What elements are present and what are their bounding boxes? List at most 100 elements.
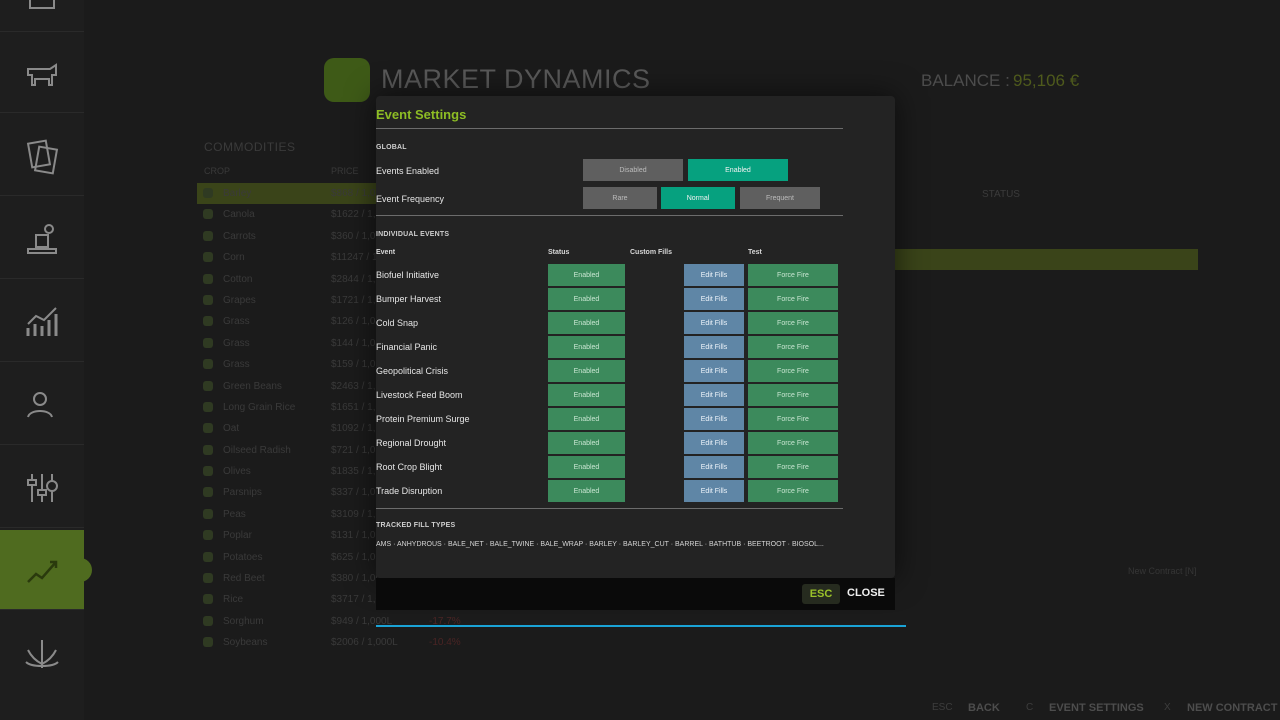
sidebar-item-crops[interactable] bbox=[0, 614, 84, 694]
title-divider bbox=[376, 128, 843, 129]
crop-icon bbox=[203, 316, 213, 327]
events-enabled-label: Events Enabled bbox=[376, 166, 440, 176]
close-button[interactable]: CLOSE bbox=[847, 587, 885, 599]
factory-icon bbox=[27, 223, 57, 254]
edit-fills-button[interactable]: Edit Fills bbox=[684, 384, 744, 406]
back-button[interactable]: BACK bbox=[968, 702, 1000, 714]
frequency-rare-button[interactable]: Rare bbox=[583, 187, 657, 209]
col-status-header: Status bbox=[548, 249, 570, 256]
contract-row-text bbox=[995, 254, 998, 264]
trend-icon bbox=[27, 560, 58, 583]
sidebar-item-settings[interactable] bbox=[0, 448, 84, 528]
force-fire-button[interactable]: Force Fire bbox=[748, 360, 838, 382]
sidebar-item-market-dynamics[interactable] bbox=[0, 530, 92, 610]
force-fire-button[interactable]: Force Fire bbox=[748, 408, 838, 430]
commodities-label: COMMODITIES bbox=[204, 140, 296, 154]
edit-fills-button[interactable]: Edit Fills bbox=[684, 456, 744, 478]
frequency-frequent-button[interactable]: Frequent bbox=[740, 187, 820, 209]
table-row[interactable]: Soybeans $2006 / 1,000L -10.4% bbox=[197, 632, 477, 653]
crop-name: Sorghum bbox=[223, 615, 264, 627]
edit-fills-button[interactable]: Edit Fills bbox=[684, 432, 744, 454]
event-settings-button[interactable]: EVENT SETTINGS bbox=[1049, 702, 1144, 714]
crop-icon bbox=[203, 530, 213, 541]
col-crop-header: CROP bbox=[204, 166, 231, 176]
crop-icon bbox=[203, 401, 213, 412]
event-status-toggle[interactable]: Enabled bbox=[548, 288, 625, 310]
edit-fills-button[interactable]: Edit Fills bbox=[684, 360, 744, 382]
sidebar-item-contracts[interactable] bbox=[0, 116, 84, 196]
crop-price: $2006 / 1,000L bbox=[331, 637, 398, 649]
crop-icon bbox=[203, 508, 213, 519]
individual-section-label: INDIVIDUAL EVENTS bbox=[376, 231, 450, 238]
force-fire-button[interactable]: Force Fire bbox=[748, 432, 838, 454]
force-fire-button[interactable]: Force Fire bbox=[748, 312, 838, 334]
edit-fills-button[interactable]: Edit Fills bbox=[684, 312, 744, 334]
new-contract-button[interactable]: NEW CONTRACT bbox=[1187, 702, 1277, 714]
force-fire-button[interactable]: Force Fire bbox=[748, 336, 838, 358]
crop-name: Cotton bbox=[223, 273, 253, 285]
col-test-header: Test bbox=[748, 249, 762, 256]
crop-icon bbox=[203, 273, 213, 284]
force-fire-button[interactable]: Force Fire bbox=[748, 264, 838, 286]
crop-icon bbox=[203, 337, 213, 348]
event-name: Livestock Feed Boom bbox=[376, 390, 463, 400]
crop-name: Barley bbox=[223, 188, 252, 199]
edit-fills-button[interactable]: Edit Fills bbox=[684, 480, 744, 502]
event-row: Geopolitical Crisis Enabled Edit Fills Forc… bbox=[376, 360, 846, 384]
event-status-toggle[interactable]: Enabled bbox=[548, 360, 625, 382]
dialog-title: Event Settings bbox=[376, 107, 467, 122]
crop-icon bbox=[203, 594, 213, 605]
event-status-toggle[interactable]: Enabled bbox=[548, 384, 625, 406]
crop-name: Grass bbox=[223, 337, 250, 349]
event-status-toggle[interactable]: Enabled bbox=[548, 264, 625, 286]
force-fire-button[interactable]: Force Fire bbox=[748, 384, 838, 406]
events-enabled-button[interactable]: Enabled bbox=[688, 159, 788, 181]
sidebar-item-statistics[interactable] bbox=[0, 282, 84, 362]
sidebar-item-production[interactable] bbox=[0, 199, 84, 279]
event-row: Livestock Feed Boom Enabled Edit Fills Forc… bbox=[376, 384, 846, 408]
edit-fills-button[interactable]: Edit Fills bbox=[684, 288, 744, 310]
edit-fills-button[interactable]: Edit Fills bbox=[684, 264, 744, 286]
crop-icon bbox=[203, 487, 213, 498]
crop-name: Peas bbox=[223, 508, 246, 520]
force-fire-button[interactable]: Force Fire bbox=[748, 288, 838, 310]
chart-icon bbox=[26, 306, 58, 336]
event-name: Cold Snap bbox=[376, 318, 419, 328]
crop-name: Oat bbox=[223, 423, 240, 435]
edit-fills-button[interactable]: Edit Fills bbox=[684, 336, 744, 358]
sidebar-item-inbox[interactable] bbox=[0, 0, 84, 32]
new-contract-key: X bbox=[1164, 702, 1171, 713]
crop-name: Potatoes bbox=[223, 551, 263, 563]
table-row[interactable]: Sorghum $949 / 1,000L -17.7% bbox=[197, 611, 477, 632]
documents-icon bbox=[26, 138, 59, 175]
crop-name: Corn bbox=[223, 252, 245, 264]
crop-name: Grass bbox=[223, 316, 250, 328]
event-status-toggle[interactable]: Enabled bbox=[548, 432, 625, 454]
inbox-icon bbox=[29, 0, 55, 9]
crop-name: Red Beet bbox=[223, 573, 265, 585]
esc-key-badge[interactable]: ESC bbox=[802, 584, 840, 604]
edit-fills-button[interactable]: Edit Fills bbox=[684, 408, 744, 430]
events-disabled-button[interactable]: Disabled bbox=[583, 159, 683, 181]
event-status-toggle[interactable]: Enabled bbox=[548, 480, 625, 502]
tracked-fill-types: AMS · ANHYDROUS · BALE_NET · BALE_TWINE … bbox=[376, 541, 824, 548]
frequency-normal-button[interactable]: Normal bbox=[661, 187, 735, 209]
event-name: Geopolitical Crisis bbox=[376, 366, 449, 376]
event-row: Bumper Harvest Enabled Edit Fills Force Fir… bbox=[376, 288, 846, 312]
crop-icon bbox=[203, 615, 213, 626]
event-settings-dialog: Event Settings GLOBAL Events Enabled Dis… bbox=[376, 96, 895, 578]
event-status-toggle[interactable]: Enabled bbox=[548, 456, 625, 478]
dialog-footer: ESC CLOSE bbox=[376, 578, 895, 610]
force-fire-button[interactable]: Force Fire bbox=[748, 480, 838, 502]
crop-name: Grapes bbox=[223, 294, 256, 306]
event-status-toggle[interactable]: Enabled bbox=[548, 336, 625, 358]
sidebar-item-profile[interactable] bbox=[0, 365, 84, 445]
global-divider bbox=[376, 215, 843, 216]
crop-icon bbox=[203, 551, 213, 562]
event-status-toggle[interactable]: Enabled bbox=[548, 408, 625, 430]
contract-row bbox=[895, 249, 1198, 270]
event-status-toggle[interactable]: Enabled bbox=[548, 312, 625, 334]
sidebar-item-animals[interactable] bbox=[0, 33, 84, 113]
crop-name: Olives bbox=[223, 466, 251, 478]
force-fire-button[interactable]: Force Fire bbox=[748, 456, 838, 478]
